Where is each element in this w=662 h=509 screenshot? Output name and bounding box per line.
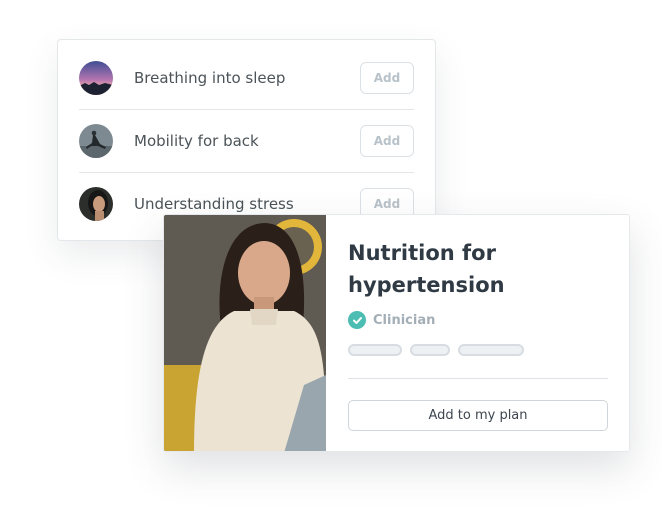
program-list-card: Breathing into sleep Add Mobility for ba… <box>57 39 436 241</box>
list-item[interactable]: Breathing into sleep Add <box>79 47 414 109</box>
woman-in-sweater-photo <box>164 215 326 451</box>
title-line: hypertension <box>348 273 505 297</box>
title-line: Nutrition for <box>348 241 496 265</box>
check-circle-icon <box>348 311 366 329</box>
divider <box>348 378 608 379</box>
featured-content: Nutrition for hypertension Clinician Add… <box>348 215 608 431</box>
tag-pill <box>410 344 450 356</box>
add-to-plan-button[interactable]: Add to my plan <box>348 400 608 431</box>
tag-pill <box>348 344 402 356</box>
yoga-pose-thumbnail <box>79 124 113 158</box>
program-title: Understanding stress <box>134 195 294 213</box>
program-title: Mobility for back <box>134 132 259 150</box>
list-item[interactable]: Mobility for back Add <box>79 110 414 172</box>
add-button[interactable]: Add <box>360 125 414 157</box>
night-sky-thumbnail <box>79 61 113 95</box>
woman-portrait-thumbnail <box>79 187 113 221</box>
author-label: Clinician <box>373 312 436 328</box>
featured-program-card[interactable]: Nutrition for hypertension Clinician Add… <box>163 214 630 452</box>
add-button[interactable]: Add <box>360 62 414 94</box>
program-title: Breathing into sleep <box>134 69 286 87</box>
featured-title: Nutrition for hypertension <box>348 237 608 301</box>
author-badge: Clinician <box>348 311 608 329</box>
tag-placeholders <box>348 344 608 356</box>
tag-pill <box>458 344 524 356</box>
